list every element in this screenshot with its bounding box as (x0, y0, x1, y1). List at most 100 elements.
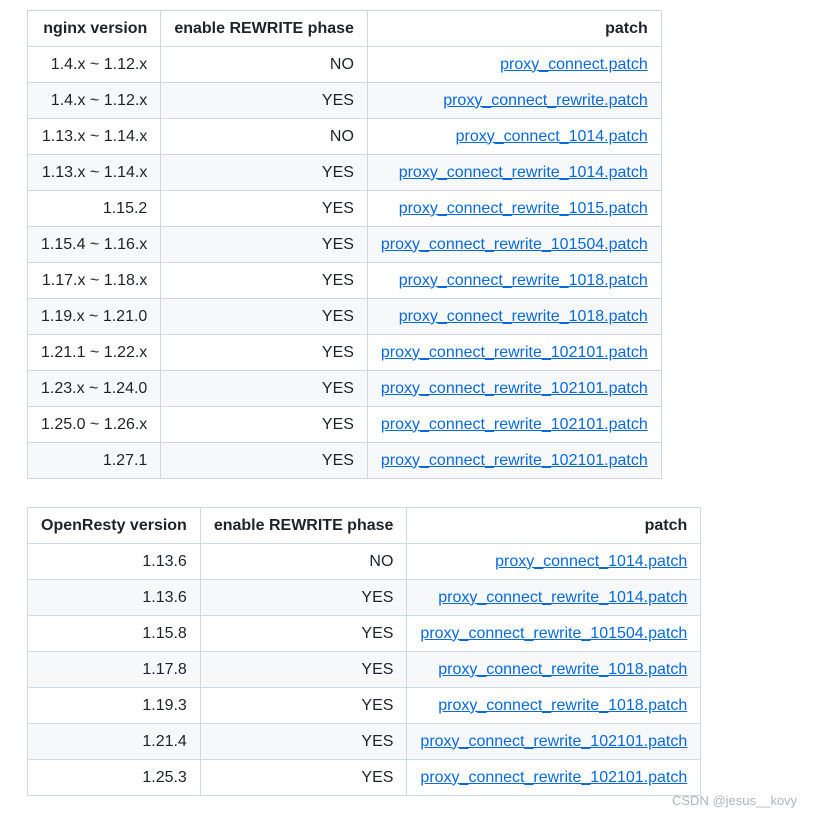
patch-cell: proxy_connect_1014.patch (366, 118, 662, 155)
patch-cell: proxy_connect_rewrite_102101.patch (366, 442, 662, 479)
openresty-table-body: 1.13.6 NO proxy_connect_1014.patch 1.13.6 YE… (27, 543, 702, 796)
patch-link[interactable]: proxy_connect_rewrite_1014.patch (438, 589, 687, 606)
table-row: 1.15.8 YES proxy_connect_rewrite_101504.pa… (27, 615, 702, 652)
rewrite-phase-cell: YES (160, 370, 368, 407)
nginx-table-body: 1.4.x ~ 1.12.x NO proxy_connect.patch 1.4.x… (26, 46, 662, 479)
column-header-enable-rewrite: enable REWRITE phase (199, 507, 408, 544)
column-header-nginx-version: nginx version (26, 10, 162, 47)
rewrite-phase-cell: YES (160, 154, 368, 191)
rewrite-phase-cell: YES (199, 723, 408, 760)
patch-cell: proxy_connect_rewrite_101504.patch (406, 615, 702, 652)
table-row: 1.23.x ~ 1.24.0 YES proxy_connect_rewrite_… (26, 370, 662, 407)
patch-link[interactable]: proxy_connect_rewrite_101504.patch (381, 236, 648, 253)
table-row: 1.13.x ~ 1.14.x NO proxy_connect_1014.patc… (26, 118, 662, 155)
rewrite-phase-cell: NO (160, 118, 368, 155)
patch-cell: proxy_connect_rewrite_1018.patch (406, 687, 702, 724)
version-cell: 1.15.8 (27, 615, 201, 652)
version-cell: 1.19.3 (27, 687, 201, 724)
patch-cell: proxy_connect.patch (366, 46, 662, 83)
column-header-patch: patch (406, 507, 702, 544)
patch-link[interactable]: proxy_connect_rewrite_1018.patch (438, 697, 687, 714)
patch-link[interactable]: proxy_connect_rewrite_1018.patch (438, 661, 687, 678)
patch-link[interactable]: proxy_connect_rewrite_1015.patch (399, 200, 648, 217)
version-cell: 1.21.4 (27, 723, 201, 760)
column-header-patch: patch (366, 10, 662, 47)
openresty-patch-table: OpenResty version enable REWRITE phase p… (27, 507, 702, 796)
table-row: 1.21.4 YES proxy_connect_rewrite_102101.pa… (27, 723, 702, 760)
rewrite-phase-cell: NO (199, 543, 408, 580)
version-cell: 1.15.2 (26, 190, 162, 227)
patch-link[interactable]: proxy_connect_1014.patch (456, 128, 648, 145)
patch-link[interactable]: proxy_connect_rewrite_1018.patch (399, 308, 648, 325)
table-row: 1.17.8 YES proxy_connect_rewrite_1018.patc… (27, 651, 702, 688)
rewrite-phase-cell: YES (199, 651, 408, 688)
table-row: 1.15.4 ~ 1.16.x YES proxy_connect_rewrite_… (26, 226, 662, 263)
patch-cell: proxy_connect_rewrite.patch (366, 82, 662, 119)
version-cell: 1.13.x ~ 1.14.x (26, 118, 162, 155)
table-row: 1.21.1 ~ 1.22.x YES proxy_connect_rewrite_… (26, 334, 662, 371)
version-cell: 1.13.6 (27, 579, 201, 616)
patch-link[interactable]: proxy_connect_1014.patch (495, 553, 687, 570)
version-cell: 1.27.1 (26, 442, 162, 479)
csdn-watermark: CSDN @jesus__kovy (672, 793, 798, 808)
rewrite-phase-cell: YES (199, 579, 408, 616)
rewrite-phase-cell: YES (199, 759, 408, 796)
patch-cell: proxy_connect_rewrite_1014.patch (406, 579, 702, 616)
patch-link[interactable]: proxy_connect_rewrite_102101.patch (381, 344, 648, 361)
patch-link[interactable]: proxy_connect_rewrite_101504.patch (420, 625, 687, 642)
table-row: 1.17.x ~ 1.18.x YES proxy_connect_rewrite_… (26, 262, 662, 299)
rewrite-phase-cell: YES (199, 615, 408, 652)
table-row: 1.4.x ~ 1.12.x NO proxy_connect.patch (26, 46, 662, 83)
patch-cell: proxy_connect_rewrite_102101.patch (366, 370, 662, 407)
nginx-patch-table: nginx version enable REWRITE phase patch… (26, 10, 662, 479)
table-row: 1.25.3 YES proxy_connect_rewrite_102101.pa… (27, 759, 702, 796)
patch-cell: proxy_connect_1014.patch (406, 543, 702, 580)
rewrite-phase-cell: YES (160, 298, 368, 335)
table-row: 1.19.3 YES proxy_connect_rewrite_1018.patc… (27, 687, 702, 724)
table-header-row: nginx version enable REWRITE phase patch (26, 10, 662, 47)
patch-cell: proxy_connect_rewrite_1018.patch (406, 651, 702, 688)
patch-link[interactable]: proxy_connect_rewrite_1014.patch (399, 164, 648, 181)
patch-cell: proxy_connect_rewrite_1018.patch (366, 298, 662, 335)
rewrite-phase-cell: YES (160, 190, 368, 227)
table-row: 1.13.x ~ 1.14.x YES proxy_connect_rewrite_… (26, 154, 662, 191)
table-row: 1.19.x ~ 1.21.0 YES proxy_connect_rewrite_… (26, 298, 662, 335)
rewrite-phase-cell: YES (160, 226, 368, 263)
table-row: 1.15.2 YES proxy_connect_rewrite_1015.patc… (26, 190, 662, 227)
rewrite-phase-cell: YES (160, 82, 368, 119)
version-cell: 1.23.x ~ 1.24.0 (26, 370, 162, 407)
version-cell: 1.25.0 ~ 1.26.x (26, 406, 162, 443)
version-cell: 1.19.x ~ 1.21.0 (26, 298, 162, 335)
rewrite-phase-cell: NO (160, 46, 368, 83)
patch-cell: proxy_connect_rewrite_102101.patch (406, 723, 702, 760)
table-row: 1.13.6 NO proxy_connect_1014.patch (27, 543, 702, 580)
column-header-openresty-version: OpenResty version (27, 507, 201, 544)
version-cell: 1.15.4 ~ 1.16.x (26, 226, 162, 263)
version-cell: 1.4.x ~ 1.12.x (26, 82, 162, 119)
version-cell: 1.25.3 (27, 759, 201, 796)
patch-link[interactable]: proxy_connect_rewrite.patch (443, 92, 648, 109)
patch-cell: proxy_connect_rewrite_1015.patch (366, 190, 662, 227)
rewrite-phase-cell: YES (160, 406, 368, 443)
patch-cell: proxy_connect_rewrite_102101.patch (406, 759, 702, 796)
patch-link[interactable]: proxy_connect_rewrite_102101.patch (381, 380, 648, 397)
version-cell: 1.13.6 (27, 543, 201, 580)
patch-link[interactable]: proxy_connect_rewrite_102101.patch (420, 733, 687, 750)
patch-cell: proxy_connect_rewrite_102101.patch (366, 334, 662, 371)
patch-cell: proxy_connect_rewrite_1014.patch (366, 154, 662, 191)
patch-link[interactable]: proxy_connect_rewrite_102101.patch (420, 769, 687, 786)
rewrite-phase-cell: YES (160, 262, 368, 299)
table-row: 1.25.0 ~ 1.26.x YES proxy_connect_rewrite_… (26, 406, 662, 443)
patch-link[interactable]: proxy_connect_rewrite_102101.patch (381, 452, 648, 469)
column-header-enable-rewrite: enable REWRITE phase (160, 10, 368, 47)
patch-link[interactable]: proxy_connect_rewrite_102101.patch (381, 416, 648, 433)
version-cell: 1.17.8 (27, 651, 201, 688)
patch-link[interactable]: proxy_connect_rewrite_1018.patch (399, 272, 648, 289)
patch-link[interactable]: proxy_connect.patch (500, 56, 648, 73)
patch-cell: proxy_connect_rewrite_102101.patch (366, 406, 662, 443)
version-cell: 1.17.x ~ 1.18.x (26, 262, 162, 299)
table-row: 1.27.1 YES proxy_connect_rewrite_102101.pa… (26, 442, 662, 479)
table-header-row: OpenResty version enable REWRITE phase p… (27, 507, 702, 544)
rewrite-phase-cell: YES (160, 442, 368, 479)
patch-cell: proxy_connect_rewrite_101504.patch (366, 226, 662, 263)
